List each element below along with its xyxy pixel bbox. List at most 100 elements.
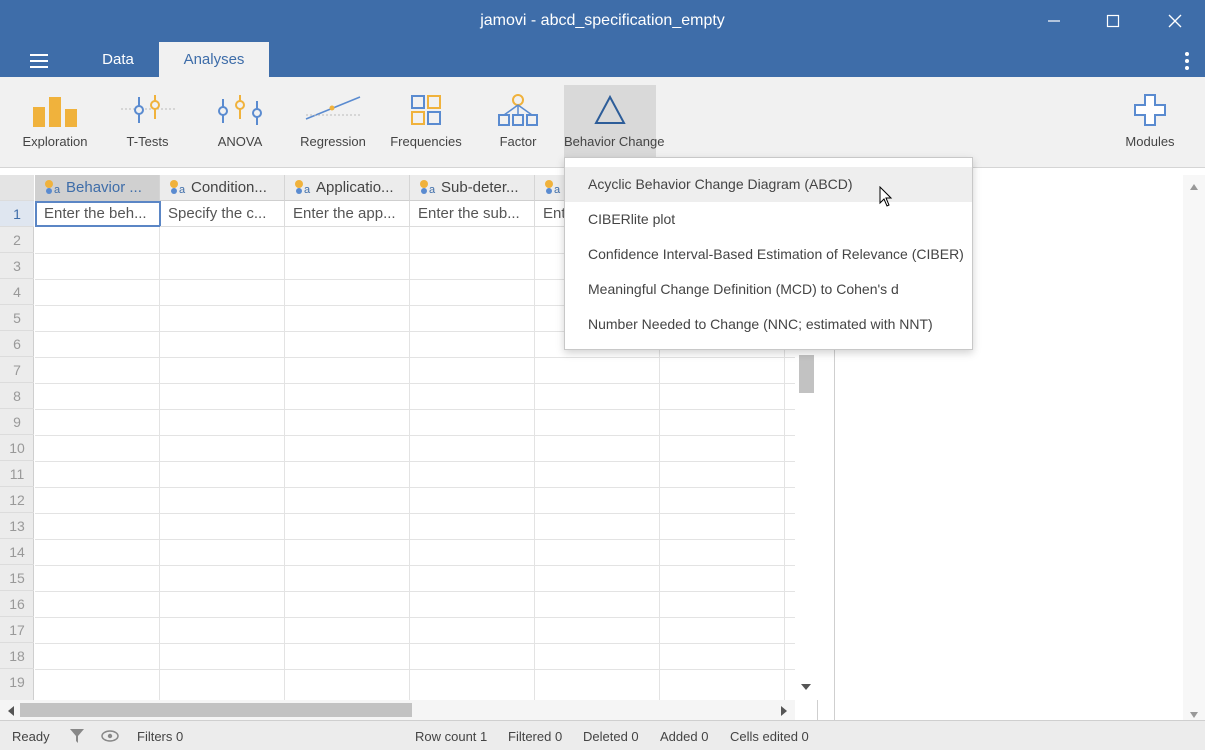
status-bar: Ready Filters 0 Row count 1 Filtered 0 D… — [0, 720, 1205, 750]
menu-item-ciberlite-plot[interactable]: CIBERlite plot — [565, 202, 972, 237]
sheet-horizontal-scrollbar[interactable] — [0, 700, 795, 720]
row-number[interactable]: 16 — [0, 591, 34, 617]
grid-line — [35, 539, 795, 540]
tab-analyses[interactable]: Analyses — [159, 42, 269, 77]
t-tests-icon — [120, 95, 175, 123]
row-number[interactable]: 18 — [0, 643, 34, 669]
cell[interactable]: Enter the app... — [285, 201, 410, 227]
ribbon-regression[interactable]: Regression — [292, 85, 374, 161]
mouse-cursor-icon — [879, 186, 893, 207]
corner-cell[interactable] — [0, 175, 34, 201]
nominal-text-variable-icon: a — [545, 180, 561, 194]
window-title: jamovi - abcd_specification_empty — [480, 12, 725, 29]
scroll-down-icon[interactable] — [800, 683, 812, 691]
menu-item-abcd[interactable]: Acyclic Behavior Change Diagram (ABCD) — [565, 167, 972, 202]
row-number[interactable]: 2 — [0, 227, 34, 253]
row-number[interactable]: 4 — [0, 279, 34, 305]
filter-icon[interactable] — [68, 727, 86, 745]
triangle-icon — [594, 94, 626, 124]
frequencies-icon — [411, 95, 441, 125]
row-number[interactable]: 12 — [0, 487, 34, 513]
status-added: Added 0 — [660, 729, 709, 744]
more-vertical-icon — [1185, 52, 1189, 70]
ribbon-t-tests[interactable]: T-Tests — [110, 85, 185, 161]
ribbon-behavior-change[interactable]: Behavior Change — [564, 85, 665, 161]
menu-item-mcd-to-cohens-d[interactable]: Meaningful Change Definition (MCD) to Co… — [565, 272, 972, 307]
row-number[interactable]: 15 — [0, 565, 34, 591]
scroll-down-icon[interactable] — [1189, 711, 1199, 719]
status-ready: Ready — [12, 729, 50, 744]
column-name: Applicatio... — [316, 179, 394, 196]
row-number[interactable]: 11 — [0, 461, 34, 487]
ribbon-anova[interactable]: ANOVA — [202, 85, 278, 161]
plus-icon — [1134, 94, 1166, 126]
scrollbar-thumb[interactable] — [20, 703, 412, 717]
status-filtered: Filtered 0 — [508, 729, 563, 744]
column-header[interactable]: a Sub-deter... — [410, 175, 535, 201]
column-name: Behavior ... — [66, 179, 142, 196]
maximize-button[interactable] — [1090, 0, 1136, 42]
scroll-up-icon[interactable] — [1189, 183, 1199, 191]
menu-item-nnc[interactable]: Number Needed to Change (NNC; estimated … — [565, 307, 972, 342]
svg-text:a: a — [554, 184, 561, 194]
grid-line — [35, 591, 795, 592]
factor-icon — [498, 94, 538, 126]
modules-button[interactable]: Modules — [1115, 85, 1185, 161]
row-number[interactable]: 10 — [0, 435, 34, 461]
modules-label: Modules — [1125, 134, 1175, 149]
ribbon-label: Exploration — [22, 134, 88, 149]
ribbon-factor[interactable]: Factor — [482, 85, 554, 161]
ribbon-exploration[interactable]: Exploration — [15, 85, 95, 161]
grid-line — [35, 513, 795, 514]
row-number[interactable]: 17 — [0, 617, 34, 643]
nominal-text-variable-icon: a — [170, 180, 186, 194]
grid-line — [35, 383, 795, 384]
menu-item-ciber[interactable]: Confidence Interval-Based Estimation of … — [565, 237, 972, 272]
column-name: Condition... — [191, 179, 267, 196]
scrollbar-thumb[interactable] — [799, 355, 814, 393]
row-number[interactable]: 9 — [0, 409, 34, 435]
cell[interactable]: Specify the c... — [160, 201, 285, 227]
scroll-right-icon[interactable] — [780, 705, 788, 717]
ribbon-label: Behavior Change — [564, 134, 665, 149]
svg-text:a: a — [429, 184, 436, 194]
nominal-text-variable-icon: a — [420, 180, 436, 194]
menu-button[interactable] — [22, 52, 56, 70]
grid-line — [534, 201, 535, 701]
results-vertical-scrollbar[interactable] — [1183, 175, 1205, 720]
cell-selected[interactable]: Enter the beh... — [35, 201, 161, 227]
row-number[interactable]: 6 — [0, 331, 34, 357]
grid-line — [284, 201, 285, 701]
status-cells-edited: Cells edited 0 — [730, 729, 809, 744]
regression-icon — [305, 96, 361, 120]
status-filters: Filters 0 — [137, 729, 184, 744]
scroll-left-icon[interactable] — [7, 705, 15, 717]
row-number[interactable]: 7 — [0, 357, 34, 383]
column-header[interactable]: a Applicatio... — [285, 175, 410, 201]
close-button[interactable] — [1152, 0, 1198, 42]
grid-line — [35, 617, 795, 618]
more-options-button[interactable] — [1183, 51, 1191, 71]
row-number[interactable]: 5 — [0, 305, 34, 331]
column-header[interactable]: a Behavior ... — [35, 175, 160, 201]
row-number[interactable]: 19 — [0, 669, 34, 695]
row-number[interactable]: 8 — [0, 383, 34, 409]
ribbon-label: Regression — [300, 134, 366, 149]
row-number[interactable]: 13 — [0, 513, 34, 539]
analyses-ribbon: Exploration T-Tests ANOVA Regression Fre… — [0, 77, 1205, 168]
ribbon-frequencies[interactable]: Frequencies — [385, 85, 467, 161]
status-row-count: Row count 1 — [415, 729, 488, 744]
grid-line — [159, 201, 160, 701]
row-number[interactable]: 14 — [0, 539, 34, 565]
column-header[interactable]: a Condition... — [160, 175, 285, 201]
grid-line — [409, 201, 410, 701]
cell[interactable]: Enter the sub... — [410, 201, 535, 227]
status-deleted: Deleted 0 — [583, 729, 639, 744]
eye-icon[interactable] — [100, 729, 120, 743]
row-number[interactable]: 1 — [0, 201, 34, 227]
tab-data[interactable]: Data — [78, 42, 158, 77]
nominal-text-variable-icon: a — [295, 180, 311, 194]
behavior-change-menu: Acyclic Behavior Change Diagram (ABCD) C… — [564, 157, 973, 350]
minimize-button[interactable] — [1031, 0, 1077, 42]
row-number[interactable]: 3 — [0, 253, 34, 279]
